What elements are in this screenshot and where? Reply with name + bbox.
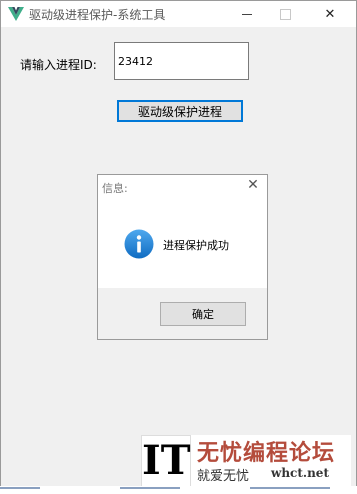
watermark-site-name: 无忧编程论坛 bbox=[197, 440, 336, 466]
title-bar[interactable]: 驱动级进程保护-系统工具 ✕ bbox=[1, 1, 356, 27]
minimize-button[interactable] bbox=[229, 1, 265, 27]
watermark-slogan: 就爱无忧 bbox=[197, 469, 250, 484]
info-dialog: 信息: ✕ 进程保护成功 确定 bbox=[97, 174, 268, 340]
background-window-strip bbox=[0, 486, 357, 494]
maximize-icon bbox=[279, 8, 291, 20]
pid-label: 请输入进程ID: bbox=[20, 58, 97, 72]
minimize-icon bbox=[242, 13, 252, 15]
info-icon bbox=[124, 229, 154, 259]
app-logo-icon bbox=[8, 7, 24, 21]
close-button[interactable]: ✕ bbox=[312, 1, 348, 27]
site-watermark: IT 无忧编程论坛 就爱无忧 whct.net bbox=[141, 435, 351, 487]
dialog-footer: 确定 bbox=[98, 288, 267, 339]
protect-process-button[interactable]: 驱动级保护进程 bbox=[117, 100, 243, 122]
dialog-message: 进程保护成功 bbox=[163, 239, 229, 252]
dialog-title: 信息: bbox=[102, 182, 128, 195]
window-title: 驱动级进程保护-系统工具 bbox=[29, 8, 166, 22]
watermark-domain: whct.net bbox=[271, 466, 329, 480]
main-window: 驱动级进程保护-系统工具 ✕ 请输入进程ID: 驱动级保护进程 信息: ✕ 进程… bbox=[0, 0, 357, 494]
close-icon: ✕ bbox=[324, 6, 336, 22]
ok-button[interactable]: 确定 bbox=[160, 302, 246, 326]
watermark-logo: IT bbox=[141, 435, 191, 487]
maximize-button[interactable] bbox=[267, 1, 303, 27]
dialog-close-icon[interactable]: ✕ bbox=[246, 178, 260, 192]
pid-input[interactable] bbox=[114, 42, 249, 80]
